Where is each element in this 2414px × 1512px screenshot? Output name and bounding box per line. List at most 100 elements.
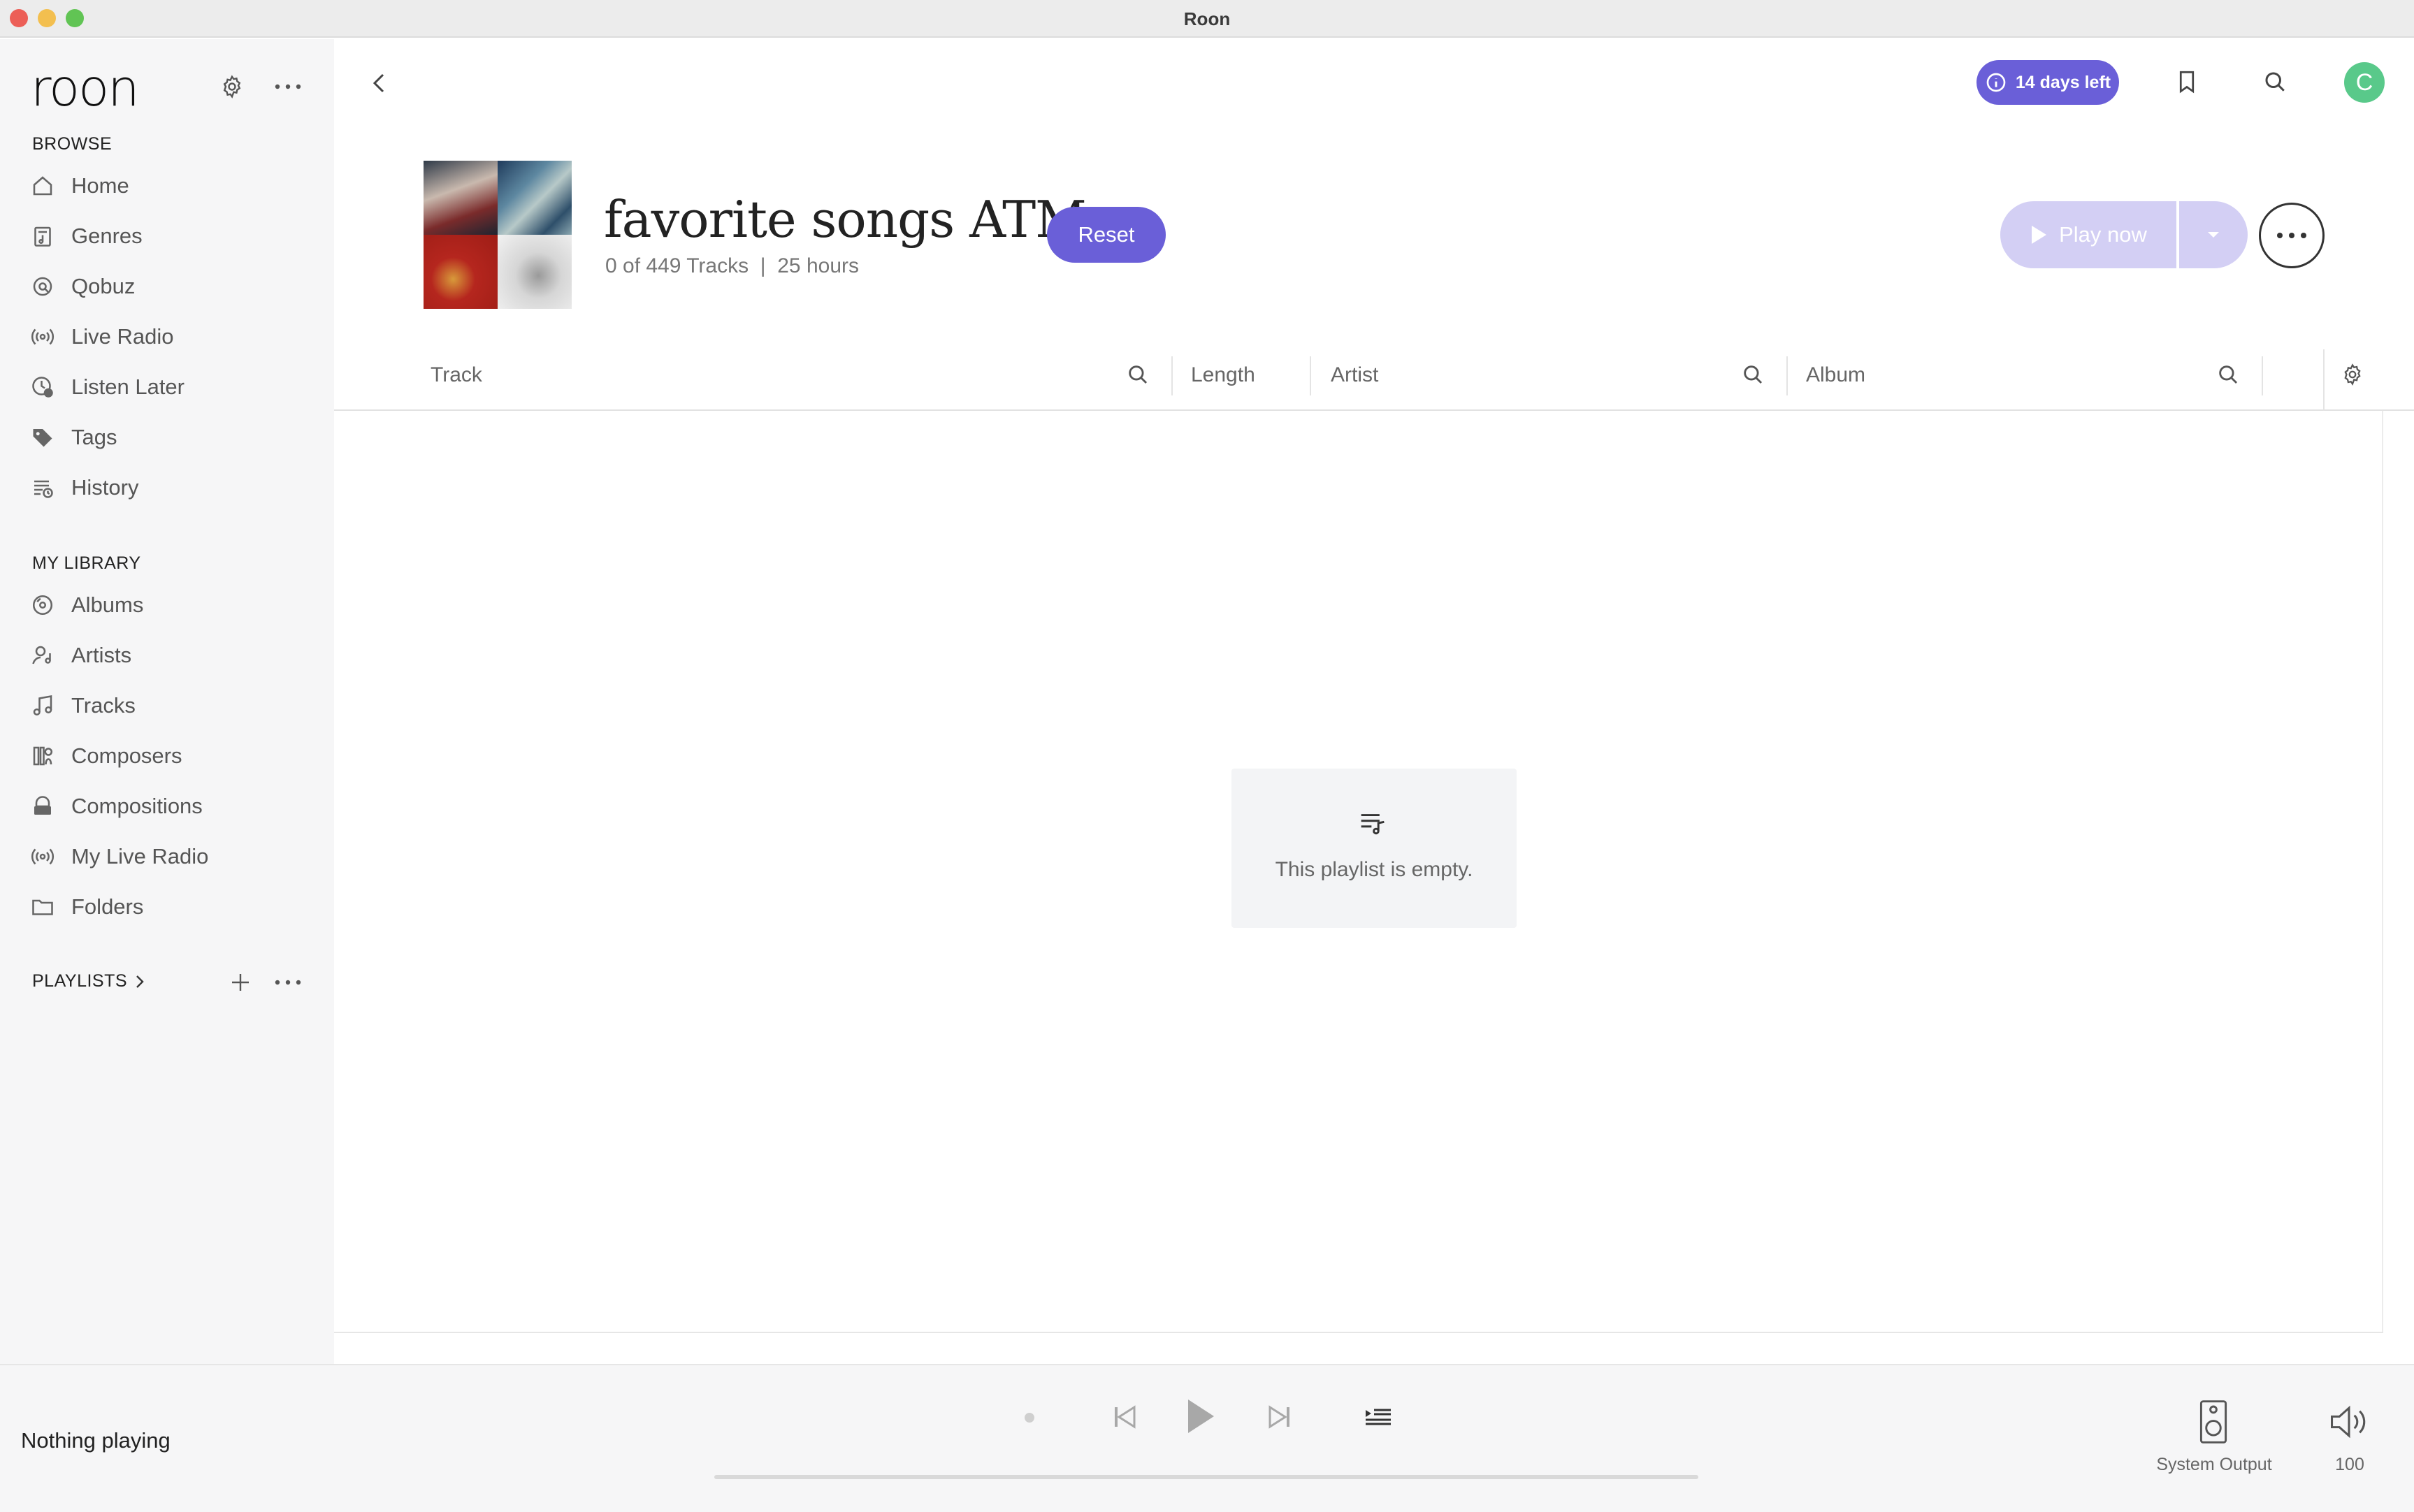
gear-icon <box>2344 363 2361 386</box>
sidebar-item-tags[interactable]: Tags <box>28 416 308 458</box>
playback-progress-bar[interactable] <box>714 1475 1698 1479</box>
content-border <box>2382 411 2383 1333</box>
column-separator <box>2323 349 2325 411</box>
radio-icon <box>28 842 57 871</box>
sidebar-item-label: Compositions <box>71 794 203 818</box>
playlists-more-button[interactable] <box>271 967 305 998</box>
reset-button[interactable]: Reset <box>1047 207 1166 263</box>
clock-icon <box>28 372 57 402</box>
browse-heading: BROWSE <box>32 134 113 154</box>
play-now-button[interactable]: Play now <box>2000 201 2176 268</box>
sidebar-item-composers[interactable]: Composers <box>28 735 308 777</box>
window-title: Roon <box>1183 8 1231 29</box>
volume-button[interactable] <box>2325 1397 2373 1446</box>
playlist-meta: 0 of 449 Tracks | 25 hours <box>605 254 859 277</box>
sidebar-item-label: Live Radio <box>71 324 174 349</box>
sidebar-item-label: Listen Later <box>71 375 185 399</box>
column-separator[interactable] <box>2262 356 2263 395</box>
sidebar-item-label: My Live Radio <box>71 844 209 868</box>
sidebar-item-tracks[interactable]: Tracks <box>28 685 308 727</box>
sidebar-item-home[interactable]: Home <box>28 165 308 207</box>
column-track[interactable]: Track <box>431 363 482 387</box>
search-icon <box>1744 365 1763 384</box>
tag-icon <box>28 423 57 452</box>
column-separator[interactable] <box>1786 356 1788 395</box>
sidebar-item-my-live-radio[interactable]: My Live Radio <box>28 836 308 878</box>
sidebar-item-genres[interactable]: Genres <box>28 215 308 257</box>
playlist-icon <box>1359 810 1387 836</box>
search-icon <box>2265 72 2285 92</box>
sidebar-item-label: Tags <box>71 425 117 449</box>
album-icon <box>28 590 57 620</box>
queue-button[interactable] <box>1361 1400 1395 1434</box>
search-button[interactable] <box>2257 64 2292 99</box>
shuffle-dot[interactable] <box>1025 1413 1034 1423</box>
sidebar-item-compositions[interactable]: Compositions <box>28 785 308 827</box>
roon-logo: roon <box>31 59 140 117</box>
content-border <box>334 1332 2383 1333</box>
sidebar-item-listen-later[interactable]: Listen Later <box>28 366 308 408</box>
settings-button[interactable] <box>217 71 247 102</box>
cover-tile <box>498 161 572 235</box>
playlist-more-button[interactable] <box>2259 203 2325 268</box>
plus-icon <box>232 974 249 991</box>
history-icon <box>28 473 57 502</box>
previous-track-button[interactable] <box>1107 1397 1142 1437</box>
column-settings-button[interactable] <box>2337 359 2368 390</box>
album-search-button[interactable] <box>2213 359 2243 390</box>
output-label: System Output <box>2156 1455 2272 1474</box>
caret-down-icon <box>2208 232 2219 238</box>
sidebar-item-folders[interactable]: Folders <box>28 886 308 928</box>
chevron-left-icon <box>373 73 384 93</box>
info-icon <box>1986 73 2006 92</box>
sidebar-item-artists[interactable]: Artists <box>28 634 308 676</box>
add-playlist-button[interactable] <box>225 967 256 998</box>
sidebar-item-label: Qobuz <box>71 274 136 298</box>
back-button[interactable] <box>362 66 397 101</box>
column-artist[interactable]: Artist <box>1331 363 1378 387</box>
cover-tile <box>424 161 498 235</box>
sidebar-item-label: Albums <box>71 593 144 617</box>
play-button[interactable] <box>1181 1392 1220 1441</box>
trial-badge[interactable]: 14 days left <box>1976 60 2119 105</box>
column-separator[interactable] <box>1171 356 1173 395</box>
genres-icon <box>28 221 57 251</box>
now-playing-text: Nothing playing <box>21 1428 171 1453</box>
volume-level: 100 <box>2335 1455 2364 1474</box>
cover-tile <box>424 235 498 309</box>
sidebar-item-label: Tracks <box>71 693 136 718</box>
next-track-button[interactable] <box>1262 1397 1297 1437</box>
volume-icon <box>2331 1405 2366 1439</box>
bookmark-button[interactable] <box>2169 64 2204 99</box>
column-album[interactable]: Album <box>1806 363 1865 387</box>
zone-output-button[interactable] <box>2196 1397 2231 1446</box>
playlists-heading-link[interactable]: PLAYLISTS <box>32 971 147 991</box>
sidebar-item-albums[interactable]: Albums <box>28 584 308 626</box>
ellipsis-icon <box>2277 233 2306 238</box>
sidebar-item-live-radio[interactable]: Live Radio <box>28 316 308 358</box>
ellipsis-icon <box>275 980 301 985</box>
sidebar-more-button[interactable] <box>271 71 305 102</box>
play-now-label: Play now <box>2059 222 2147 247</box>
queue-icon <box>1366 1409 1391 1425</box>
column-length[interactable]: Length <box>1191 363 1255 387</box>
artist-search-button[interactable] <box>1737 359 1768 390</box>
sidebar-item-history[interactable]: History <box>28 467 308 509</box>
play-icon <box>1188 1400 1214 1433</box>
music-note-icon <box>28 691 57 720</box>
user-avatar[interactable]: C <box>2344 62 2385 103</box>
column-separator[interactable] <box>1310 356 1311 395</box>
track-search-button[interactable] <box>1122 359 1153 390</box>
sidebar-item-label: Genres <box>71 224 143 248</box>
sidebar-item-qobuz[interactable]: Qobuz <box>28 266 308 307</box>
sidebar-item-label: Home <box>71 173 129 198</box>
artist-icon <box>28 641 57 670</box>
search-icon <box>1129 365 1148 384</box>
skip-previous-icon <box>1115 1405 1136 1429</box>
speaker-icon <box>2199 1400 2227 1444</box>
skip-next-icon <box>1269 1405 1289 1429</box>
sidebar-item-label: History <box>71 475 139 500</box>
play-options-dropdown[interactable] <box>2179 201 2248 268</box>
home-icon <box>28 171 57 201</box>
play-icon <box>2032 226 2047 244</box>
